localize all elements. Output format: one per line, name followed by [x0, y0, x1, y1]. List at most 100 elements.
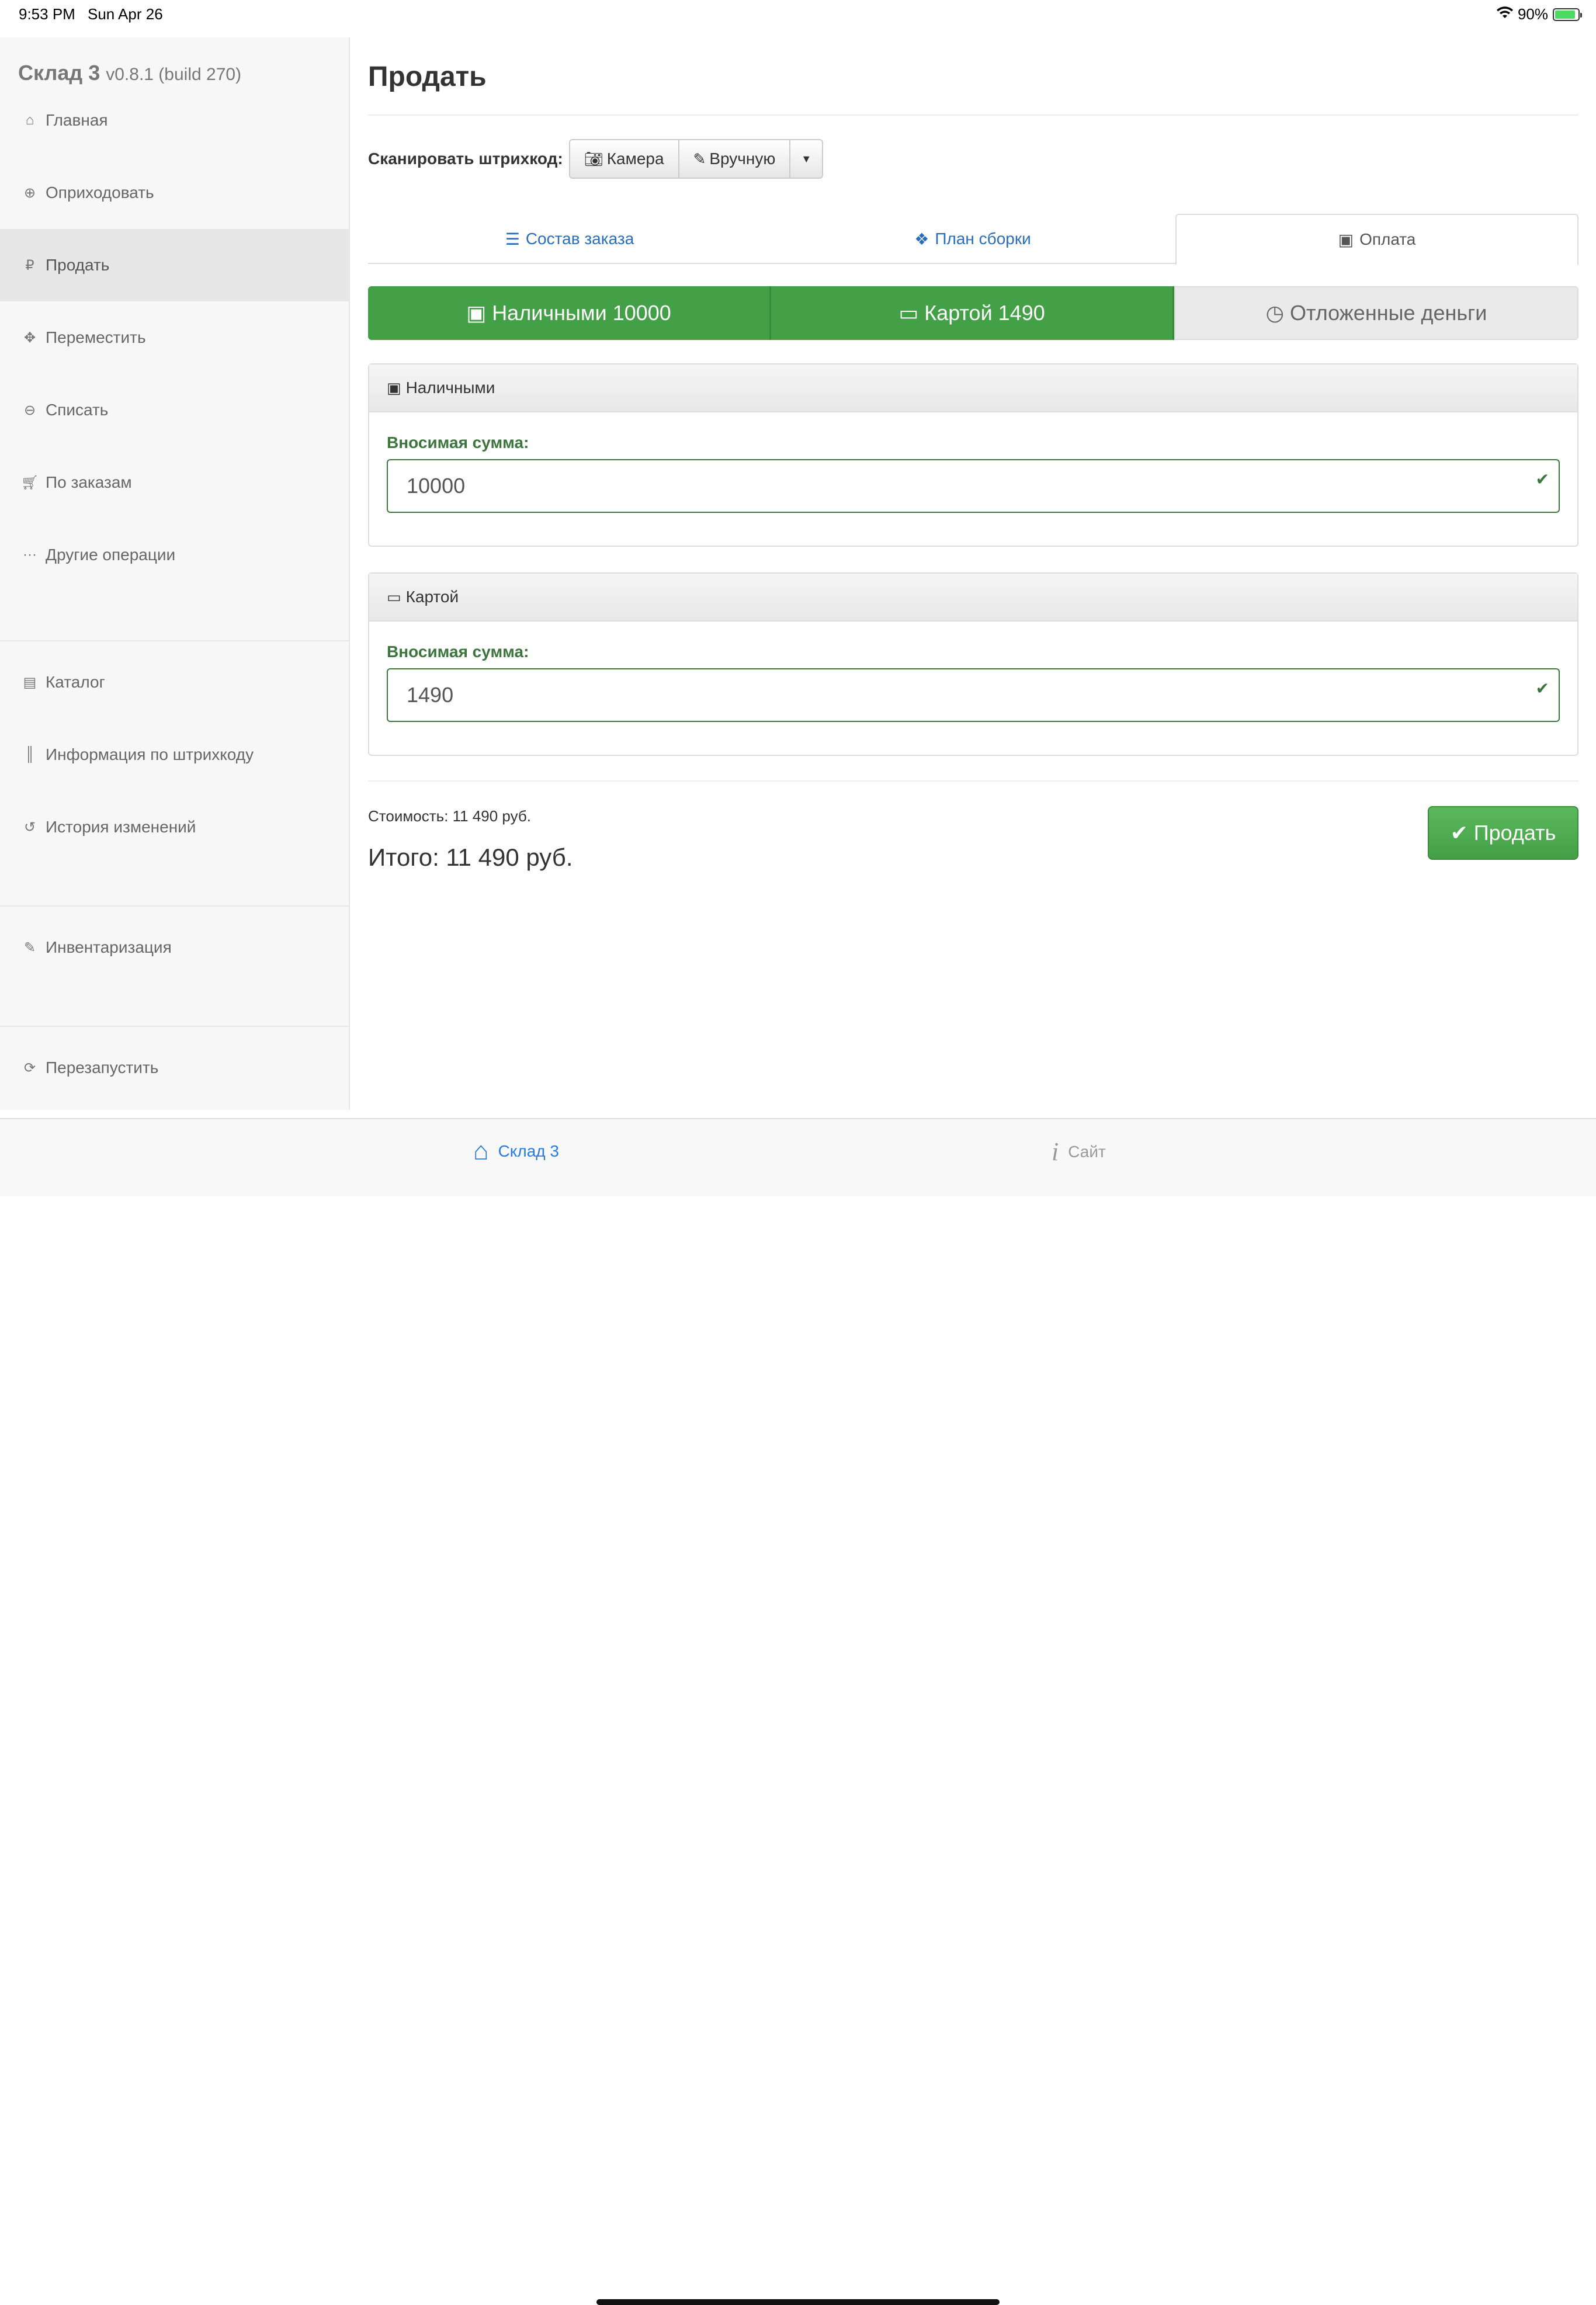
- home-icon: ⌂: [25, 112, 34, 128]
- money-icon: ▣: [1338, 230, 1354, 249]
- sidebar-item-label: Продать: [46, 256, 110, 274]
- manual-button[interactable]: ✎ Вручную: [679, 140, 791, 178]
- money-icon: ▣: [466, 301, 487, 325]
- card-panel-title: Картой: [405, 588, 459, 606]
- cubes-icon: ❖: [914, 230, 929, 248]
- pay-cash-label: Наличными 10000: [492, 301, 671, 325]
- house-icon: ⌂: [473, 1137, 489, 1165]
- sidebar-item-label: Инвентаризация: [46, 938, 172, 956]
- list-icon: ☰: [505, 230, 520, 248]
- money-icon: ▣: [387, 379, 401, 397]
- cash-panel: ▣ Наличными Вносимая сумма: 10000 ✔: [368, 363, 1578, 547]
- sidebar-item-label: Списать: [46, 401, 109, 419]
- barcode-icon: ║: [25, 747, 35, 762]
- cash-panel-body: Вносимая сумма: 10000 ✔: [369, 412, 1577, 546]
- manual-label: Вручную: [709, 150, 776, 168]
- sidebar-item-label: Главная: [46, 111, 108, 129]
- title-divider: [368, 114, 1578, 116]
- tab-order-contents[interactable]: ☰ Состав заказа: [368, 214, 771, 264]
- page-title: Продать: [368, 61, 487, 92]
- pay-card-button[interactable]: ▭ Картой 1490: [771, 286, 1174, 340]
- tabbar-site[interactable]: i Сайт: [1052, 1137, 1106, 1167]
- card-amount-input[interactable]: 1490 ✔: [387, 668, 1560, 722]
- check-icon: ✔: [1535, 470, 1549, 488]
- history-icon: ↺: [23, 819, 36, 835]
- app-name: Склад 3: [18, 61, 100, 85]
- sidebar-item-barcode-info[interactable]: ║ Информация по штрихкоду: [0, 718, 349, 791]
- status-right: 90%: [1496, 5, 1582, 23]
- tab-label: Состав заказа: [525, 230, 634, 248]
- scan-button-group: 📷︎ Камера ✎ Вручную ▼: [568, 139, 824, 179]
- cash-amount-value: 10000: [407, 474, 466, 498]
- cart-icon: 🛒︎: [21, 474, 39, 491]
- cash-panel-title: Наличными: [405, 379, 495, 397]
- tabbar-site-label: Сайт: [1068, 1142, 1106, 1161]
- sidebar-item-label: Каталог: [46, 673, 105, 691]
- sidebar-item-label: История изменений: [46, 818, 196, 836]
- sidebar-item-history[interactable]: ↺ История изменений: [0, 791, 349, 863]
- sidebar-item-orders[interactable]: 🛒︎ По заказам: [0, 446, 349, 519]
- camera-icon: 📷︎: [584, 150, 603, 168]
- tab-assembly-plan[interactable]: ❖ План сборки: [771, 214, 1174, 264]
- sidebar-item-inventory[interactable]: ✎ Инвентаризация: [0, 911, 349, 984]
- sidebar-item-home[interactable]: ⌂ Главная: [0, 84, 349, 157]
- scan-dropdown-toggle[interactable]: ▼: [790, 140, 823, 178]
- status-time: 9:53 PM: [19, 5, 75, 23]
- status-bar: 9:53 PM Sun Apr 26 90%: [0, 0, 1596, 37]
- sidebar-item-move[interactable]: ✥ Переместить: [0, 301, 349, 374]
- total-text: Итого: 11 490 руб.: [368, 843, 573, 871]
- card-panel-header: ▭ Картой: [369, 574, 1577, 622]
- credit-card-icon: ▭: [387, 588, 401, 606]
- pay-deferred-button[interactable]: ◷ Отложенные деньги: [1174, 286, 1578, 340]
- sidebar-divider: [0, 905, 349, 907]
- card-panel-body: Вносимая сумма: 1490 ✔: [369, 622, 1577, 755]
- summary-divider: [368, 780, 1578, 782]
- wifi-icon: [1496, 5, 1513, 23]
- move-icon: ✥: [23, 329, 36, 346]
- card-panel: ▭ Картой Вносимая сумма: 1490 ✔: [368, 572, 1578, 756]
- refresh-icon: ⟳: [23, 1060, 36, 1076]
- cash-panel-header: ▣ Наличными: [369, 365, 1577, 412]
- camera-button[interactable]: 📷︎ Камера: [570, 140, 679, 178]
- tab-payment[interactable]: ▣ Оплата: [1175, 214, 1578, 265]
- sidebar-item-receive[interactable]: ⊕ Оприходовать: [0, 157, 349, 229]
- camera-label: Камера: [606, 150, 664, 168]
- ellipsis-icon: ···: [23, 547, 37, 563]
- card-amount-label: Вносимая сумма:: [387, 643, 529, 661]
- info-icon: i: [1052, 1137, 1059, 1166]
- sidebar-item-restart[interactable]: ⟳ Перезапустить: [0, 1032, 349, 1104]
- sidebar-item-other[interactable]: ··· Другие операции: [0, 519, 349, 591]
- cash-amount-label: Вносимая сумма:: [387, 433, 529, 452]
- tab-label: Оплата: [1359, 230, 1416, 248]
- cash-amount-input[interactable]: 10000 ✔: [387, 459, 1560, 513]
- sidebar-divider: [0, 640, 349, 641]
- pay-cash-button[interactable]: ▣ Наличными 10000: [368, 286, 771, 340]
- sidebar-item-writeoff[interactable]: ⊖ Списать: [0, 374, 349, 446]
- app-version: v0.8.1 (build 270): [106, 65, 242, 84]
- sidebar-item-label: Переместить: [46, 328, 146, 346]
- card-amount-value: 1490: [407, 683, 454, 707]
- battery-icon: [1553, 8, 1582, 21]
- bottom-tab-bar: ⌂ Склад 3 i Сайт: [0, 1118, 1596, 2305]
- sidebar-item-label: Информация по штрихкоду: [46, 745, 254, 763]
- cost-text: Стоимость: 11 490 руб.: [368, 807, 532, 825]
- tabbar-home[interactable]: ⌂ Склад 3: [473, 1137, 559, 1166]
- edit-icon: ✎: [23, 939, 36, 956]
- check-icon: ✔: [1535, 679, 1549, 697]
- ruble-icon: ₽: [25, 257, 34, 273]
- sidebar-item-sell[interactable]: ₽ Продать: [0, 229, 349, 301]
- pay-card-label: Картой 1490: [924, 301, 1045, 325]
- tab-label: План сборки: [935, 230, 1031, 248]
- scan-barcode-row: Сканировать штрихкод: 📷︎ Камера ✎ Вручную …: [368, 139, 824, 179]
- scan-label: Сканировать штрихкод:: [368, 150, 563, 168]
- sidebar-divider: [0, 1026, 349, 1027]
- sell-button-label: Продать: [1473, 821, 1556, 845]
- sidebar-item-label: По заказам: [46, 473, 132, 491]
- credit-card-icon: ▭: [898, 301, 919, 325]
- sidebar: Склад 3 v0.8.1 (build 270) ⌂ Главная ⊕ Опр…: [0, 37, 350, 1110]
- sidebar-item-label: Другие операции: [46, 546, 176, 564]
- app-brand: Склад 3 v0.8.1 (build 270): [18, 61, 241, 85]
- sell-button[interactable]: ✔ Продать: [1428, 806, 1578, 860]
- clock-icon: ◷: [1265, 301, 1284, 325]
- sidebar-item-catalog[interactable]: ▤ Каталог: [0, 646, 349, 718]
